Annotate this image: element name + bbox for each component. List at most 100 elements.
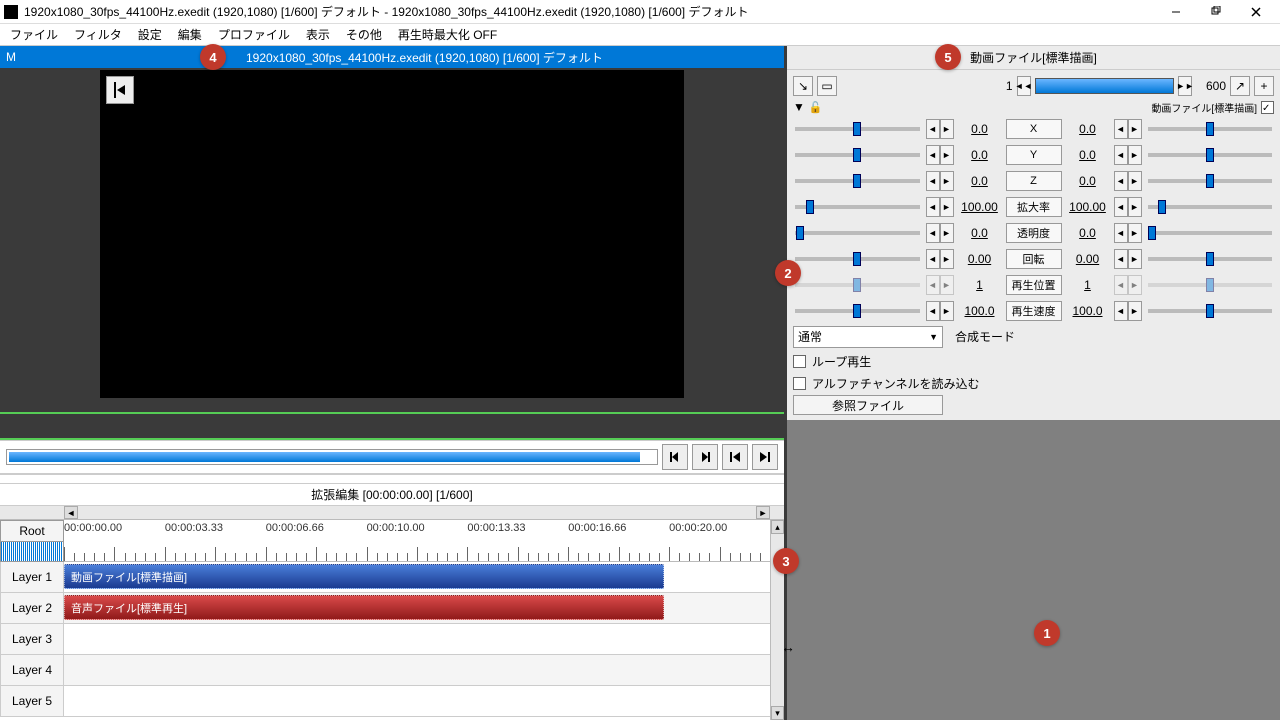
dec-left[interactable]: ◄	[926, 119, 940, 139]
timeline-tracks[interactable]: 00:00:00.0000:00:03.3300:00:06.6600:00:1…	[64, 520, 770, 720]
dec-right[interactable]: ◄	[1114, 197, 1128, 217]
value-left[interactable]: 0.0	[958, 226, 1002, 240]
video-canvas[interactable]	[100, 70, 684, 398]
dec-left[interactable]: ◄	[926, 197, 940, 217]
slider-left[interactable]	[795, 179, 920, 183]
value-right[interactable]: 100.00	[1066, 200, 1110, 214]
layer-header-3[interactable]: Layer 3	[0, 624, 64, 655]
inc-right[interactable]: ►	[1128, 145, 1142, 165]
menu-settings[interactable]: 設定	[130, 24, 170, 45]
step-back-button[interactable]	[662, 444, 688, 470]
frame-first-button[interactable]: ◄◄	[1017, 76, 1031, 96]
inc-right[interactable]: ►	[1128, 197, 1142, 217]
slider-left[interactable]	[795, 205, 920, 209]
param-name-button[interactable]: 再生速度	[1006, 301, 1062, 321]
inc-left[interactable]: ►	[940, 145, 954, 165]
layer-header-1[interactable]: Layer 1	[0, 562, 64, 593]
value-left[interactable]: 1	[958, 278, 1002, 292]
param-name-button[interactable]: X	[1006, 119, 1062, 139]
dec-right[interactable]: ◄	[1114, 249, 1128, 269]
slider-left[interactable]	[795, 257, 920, 261]
slider-right[interactable]	[1148, 309, 1273, 313]
inc-right[interactable]: ►	[1128, 249, 1142, 269]
hscroll-right[interactable]: ►	[756, 506, 770, 519]
slider-right[interactable]	[1148, 257, 1273, 261]
param-name-button[interactable]: 拡大率	[1006, 197, 1062, 217]
value-right[interactable]: 0.0	[1066, 174, 1110, 188]
value-right[interactable]: 1	[1066, 278, 1110, 292]
maximize-button[interactable]	[1196, 1, 1236, 23]
inc-left[interactable]: ►	[940, 223, 954, 243]
value-right[interactable]: 0.0	[1066, 122, 1110, 136]
vscroll-down[interactable]: ▾	[771, 706, 784, 720]
dec-right[interactable]: ◄	[1114, 223, 1128, 243]
value-left[interactable]: 0.00	[958, 252, 1002, 266]
dec-left[interactable]: ◄	[926, 249, 940, 269]
dec-left[interactable]: ◄	[926, 223, 940, 243]
blend-mode-select[interactable]: 通常	[793, 326, 943, 348]
value-right[interactable]: 0.0	[1066, 226, 1110, 240]
timeline-hscroll[interactable]: ◄ ►	[0, 506, 784, 520]
value-left[interactable]: 100.0	[958, 304, 1002, 318]
inc-right[interactable]: ►	[1128, 223, 1142, 243]
layer-header-4[interactable]: Layer 4	[0, 655, 64, 686]
dec-left[interactable]: ◄	[926, 171, 940, 191]
reference-file-button[interactable]: 参照ファイル	[793, 395, 943, 415]
slider-right[interactable]	[1148, 127, 1273, 131]
minimize-button[interactable]	[1156, 1, 1196, 23]
param-name-button[interactable]: 透明度	[1006, 223, 1062, 243]
value-left[interactable]: 100.00	[958, 200, 1002, 214]
track-enable-checkbox[interactable]	[1261, 101, 1274, 114]
param-name-button[interactable]: 再生位置	[1006, 275, 1062, 295]
menu-profile[interactable]: プロファイル	[210, 24, 298, 45]
alpha-checkbox[interactable]	[793, 377, 806, 390]
param-name-button[interactable]: Z	[1006, 171, 1062, 191]
slider-right[interactable]	[1148, 153, 1273, 157]
param-name-button[interactable]: 回転	[1006, 249, 1062, 269]
inc-right[interactable]: ►	[1128, 301, 1142, 321]
lock-icon[interactable]: 🔓	[809, 101, 823, 114]
dec-right[interactable]: ◄	[1114, 301, 1128, 321]
inc-left[interactable]: ►	[940, 275, 954, 295]
menu-file[interactable]: ファイル	[2, 24, 66, 45]
slider-right[interactable]	[1148, 179, 1273, 183]
value-left[interactable]: 0.0	[958, 174, 1002, 188]
dec-left[interactable]: ◄	[926, 275, 940, 295]
menu-other[interactable]: その他	[338, 24, 390, 45]
value-left[interactable]: 0.0	[958, 148, 1002, 162]
dec-right[interactable]: ◄	[1114, 275, 1128, 295]
step-forward-button[interactable]	[692, 444, 718, 470]
dec-left[interactable]: ◄	[926, 301, 940, 321]
clip-video[interactable]: 動画ファイル[標準描画]	[64, 564, 664, 589]
value-right[interactable]: 0.0	[1066, 148, 1110, 162]
value-right[interactable]: 0.00	[1066, 252, 1110, 266]
menu-play-maximize[interactable]: 再生時最大化 OFF	[390, 24, 505, 45]
inc-right[interactable]: ►	[1128, 275, 1142, 295]
dec-right[interactable]: ◄	[1114, 171, 1128, 191]
frame-add-icon[interactable]: +	[1254, 76, 1274, 96]
menu-edit[interactable]: 編集	[170, 24, 210, 45]
slider-left[interactable]	[795, 153, 920, 157]
loop-checkbox[interactable]	[793, 355, 806, 368]
hscroll-left[interactable]: ◄	[64, 506, 78, 519]
dec-right[interactable]: ◄	[1114, 145, 1128, 165]
home-icon[interactable]	[106, 76, 134, 104]
slider-right[interactable]	[1148, 231, 1273, 235]
inc-left[interactable]: ►	[940, 301, 954, 321]
horizontal-splitter[interactable]	[0, 474, 784, 484]
inc-left[interactable]: ►	[940, 119, 954, 139]
inc-right[interactable]: ►	[1128, 171, 1142, 191]
inc-left[interactable]: ►	[940, 197, 954, 217]
value-left[interactable]: 0.0	[958, 122, 1002, 136]
close-button[interactable]	[1236, 1, 1276, 23]
time-ruler[interactable]: 00:00:00.0000:00:03.3300:00:06.6600:00:1…	[64, 520, 770, 562]
go-start-button[interactable]	[722, 444, 748, 470]
go-end-button[interactable]	[752, 444, 778, 470]
clip-audio[interactable]: 音声ファイル[標準再生]	[64, 595, 664, 620]
dec-left[interactable]: ◄	[926, 145, 940, 165]
frame-slider[interactable]	[1035, 78, 1175, 94]
layer-header-5[interactable]: Layer 5	[0, 686, 64, 717]
inc-right[interactable]: ►	[1128, 119, 1142, 139]
slider-left[interactable]	[795, 231, 920, 235]
inc-left[interactable]: ►	[940, 249, 954, 269]
